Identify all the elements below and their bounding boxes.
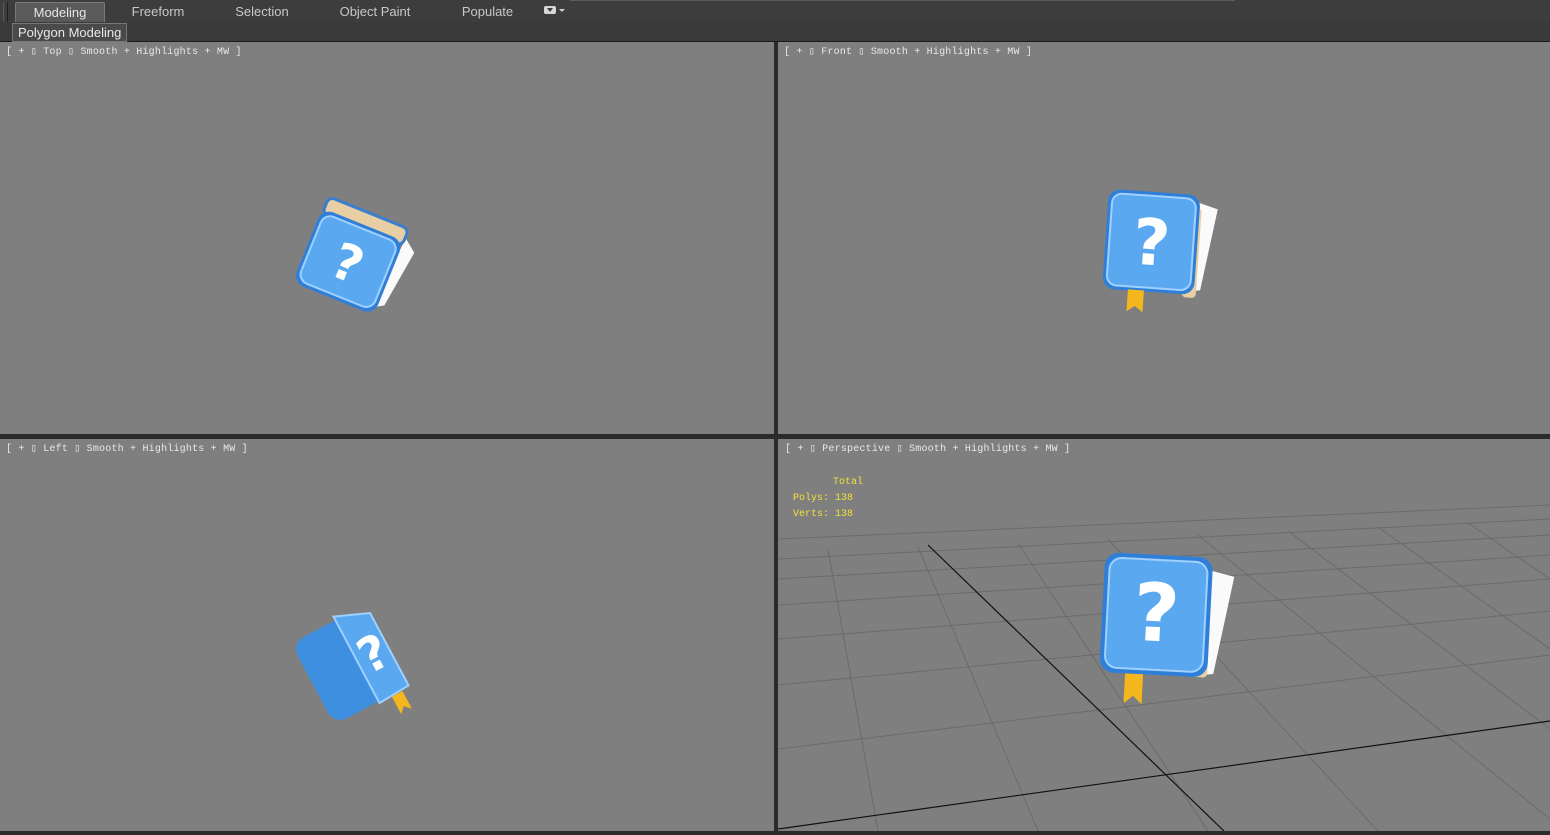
stats-polys: Polys: 138 — [793, 493, 854, 504]
tab-populate[interactable]: Populate — [450, 2, 525, 21]
svg-text:?: ? — [1130, 206, 1172, 282]
viewport-left-scene: ? — [289, 601, 419, 745]
book-model-left[interactable]: ? — [289, 601, 419, 745]
viewport-top-scene: ? — [292, 196, 421, 320]
svg-text:?: ? — [1131, 566, 1182, 661]
ribbon-divider — [570, 0, 1235, 1]
viewport-front[interactable]: [ + ▯ Front ▯ Smooth + Highlights + MW ]… — [778, 42, 1550, 434]
tab-modeling[interactable]: Modeling — [15, 2, 105, 22]
ribbon-panel-bar: Polygon Modeling — [0, 22, 1550, 42]
tab-selection[interactable]: Selection — [222, 2, 302, 21]
book-model-perspective[interactable]: ? — [1098, 552, 1236, 709]
viewport-perspective-scene: ? — [778, 504, 1550, 831]
book-model-top[interactable]: ? — [292, 196, 421, 320]
toggle-dropdown-icon[interactable] — [544, 6, 566, 16]
viewport-perspective[interactable]: ? [ + ▯ Perspective ▯ Smooth + Highlight… — [778, 439, 1550, 831]
scene-statistics: Total Polys: 138 Verts: 138 — [793, 475, 863, 523]
tab-object-paint[interactable]: Object Paint — [330, 2, 420, 21]
stats-verts: Verts: 138 — [793, 509, 854, 520]
viewport-top[interactable]: [ + ▯ Top ▯ Smooth + Highlights + MW ] ? — [0, 42, 774, 434]
stats-total-label: Total — [833, 477, 864, 488]
ribbon-tab-bar: Modeling Freeform Selection Object Paint… — [0, 0, 1550, 40]
viewport-perspective-label[interactable]: [ + ▯ Perspective ▯ Smooth + Highlights … — [785, 443, 1070, 455]
tab-freeform[interactable]: Freeform — [118, 2, 198, 21]
viewport-left[interactable]: [ + ▯ Left ▯ Smooth + Highlights + MW ] … — [0, 439, 774, 831]
polygon-modeling-button[interactable]: Polygon Modeling — [12, 23, 128, 42]
viewport-front-scene: ? — [1101, 189, 1219, 317]
book-model-front[interactable]: ? — [1101, 189, 1219, 317]
